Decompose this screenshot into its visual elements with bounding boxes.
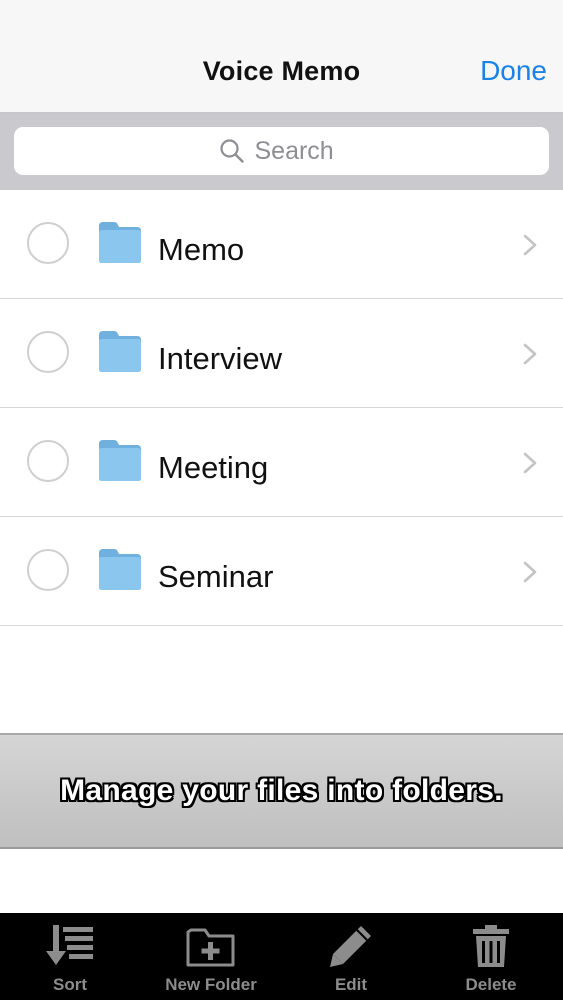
tutorial-banner: Manage your files into folders. <box>0 733 563 849</box>
select-radio[interactable] <box>27 440 69 482</box>
folder-label: Meeting <box>158 450 269 485</box>
folder-list: Memo Interview Meeting Seminar <box>0 190 563 626</box>
bottom-toolbar: Sort New Folder Edit Delete <box>0 913 563 1000</box>
edit-button[interactable]: Edit <box>281 913 421 1000</box>
edit-label: Edit <box>334 975 368 994</box>
search-field[interactable] <box>14 127 549 175</box>
folder-label: Memo <box>158 232 245 267</box>
folder-icon <box>99 331 141 372</box>
folder-row-memo[interactable]: Memo <box>0 190 563 299</box>
search-bar <box>0 113 563 190</box>
banner-text: Manage your files into folders. <box>60 774 503 807</box>
sort-button[interactable]: Sort <box>0 913 140 1000</box>
search-icon <box>219 139 244 163</box>
folder-row-meeting[interactable]: Meeting <box>0 408 563 517</box>
select-radio[interactable] <box>27 549 69 591</box>
new-folder-icon <box>186 928 235 967</box>
chevron-right-icon <box>523 561 537 583</box>
folder-row-seminar[interactable]: Seminar <box>0 517 563 626</box>
folder-icon <box>99 222 141 263</box>
new-folder-button[interactable]: New Folder <box>141 913 281 1000</box>
new-folder-label: New Folder <box>165 975 257 994</box>
folder-label: Seminar <box>158 559 274 594</box>
folder-row-interview[interactable]: Interview <box>0 299 563 408</box>
trash-icon <box>473 925 509 967</box>
search-input[interactable] <box>254 136 345 166</box>
delete-label: Delete <box>465 975 517 994</box>
chevron-right-icon <box>523 452 537 474</box>
folder-icon <box>99 549 141 590</box>
pencil-icon <box>330 926 371 967</box>
select-radio[interactable] <box>27 222 69 264</box>
sort-label: Sort <box>53 975 87 994</box>
page-title: Voice Memo <box>202 56 361 86</box>
chevron-right-icon <box>523 234 537 256</box>
delete-button[interactable]: Delete <box>421 913 561 1000</box>
sort-icon <box>46 925 93 965</box>
folder-label: Interview <box>158 341 283 376</box>
chevron-right-icon <box>523 343 537 365</box>
done-button[interactable]: Done <box>480 55 547 87</box>
folder-icon <box>99 440 141 481</box>
select-radio[interactable] <box>27 331 69 373</box>
navigation-bar: Voice Memo Done <box>0 0 563 113</box>
